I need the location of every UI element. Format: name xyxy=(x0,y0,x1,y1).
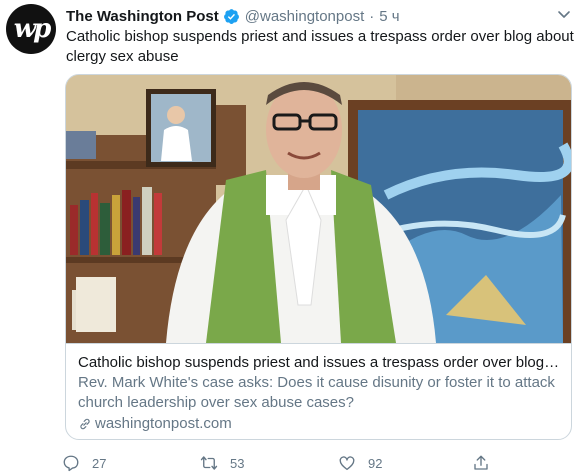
tweet[interactable]: wp The Washington Post @washingtonpost ·… xyxy=(0,0,586,476)
like-button[interactable]: 92 xyxy=(338,452,382,474)
author-avatar[interactable]: wp xyxy=(6,4,56,54)
tweet-header: The Washington Post @washingtonpost · 5 … xyxy=(66,6,400,26)
reply-icon xyxy=(63,455,79,472)
card-title[interactable]: Catholic bishop suspends priest and issu… xyxy=(78,353,561,373)
card-image[interactable] xyxy=(66,75,572,343)
retweet-button[interactable]: 53 xyxy=(200,452,244,474)
retweet-icon xyxy=(200,456,218,470)
tweet-actions: 27 53 92 xyxy=(62,452,502,474)
heart-icon xyxy=(339,456,355,471)
card-body[interactable]: Catholic bishop suspends priest and issu… xyxy=(66,343,571,439)
reply-button[interactable]: 27 xyxy=(62,452,106,474)
card-domain-text: washingtonpost.com xyxy=(95,415,232,432)
header-separator: · xyxy=(369,7,375,25)
share-button[interactable] xyxy=(472,452,502,474)
link-icon xyxy=(80,418,90,430)
retweet-count: 53 xyxy=(230,455,245,471)
link-card[interactable]: Catholic bishop suspends priest and issu… xyxy=(65,74,572,440)
avatar-logo-text: wp xyxy=(13,14,52,44)
share-icon xyxy=(474,455,488,470)
card-description: Rev. Mark White's case asks: Does it cau… xyxy=(78,374,555,411)
reply-count: 27 xyxy=(92,455,107,471)
author-handle[interactable]: @washingtonpost xyxy=(245,8,364,25)
tweet-text: Catholic bishop suspends priest and issu… xyxy=(66,28,574,65)
verified-badge-icon xyxy=(223,8,239,24)
like-count: 92 xyxy=(368,455,383,471)
card-domain[interactable]: washingtonpost.com xyxy=(78,414,561,434)
tweet-timestamp[interactable]: 5 ч xyxy=(379,8,399,25)
author-name[interactable]: The Washington Post xyxy=(66,8,219,25)
chevron-down-icon[interactable] xyxy=(556,6,572,22)
